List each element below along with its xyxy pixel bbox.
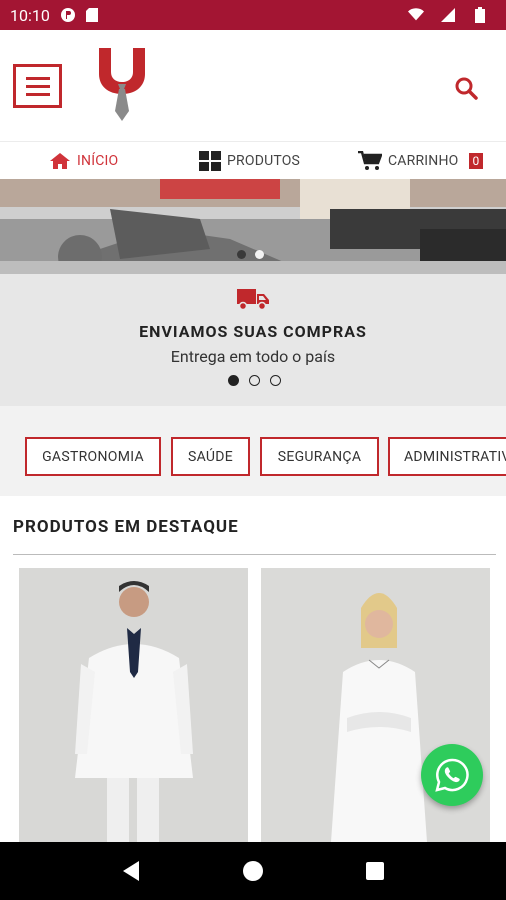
cart-icon <box>358 151 382 170</box>
featured-divider <box>13 554 496 555</box>
signal-icon <box>440 7 456 23</box>
category-list: GASTRONOMIA SAÚDE SEGURANÇA ADMINISTRATI… <box>0 406 506 496</box>
home-icon <box>50 153 70 169</box>
nav-bar: INÍCIO PRODUTOS CARRINHO 0 <box>0 141 506 179</box>
search-icon <box>455 77 478 100</box>
hero-dot[interactable] <box>237 250 246 259</box>
recents-icon[interactable] <box>365 861 385 881</box>
category-button[interactable]: GASTRONOMIA <box>25 437 161 476</box>
hero-banner[interactable] <box>0 179 506 274</box>
nav-cart-label: CARRINHO <box>388 153 459 169</box>
grid-icon <box>199 151 221 171</box>
system-nav-bar <box>0 842 506 900</box>
shipping-info: ENVIAMOS SUAS COMPRAS Entrega em todo o … <box>0 274 506 406</box>
product-image <box>19 568 248 842</box>
truck-icon <box>237 289 269 311</box>
back-icon[interactable] <box>121 860 141 882</box>
battery-icon <box>472 7 488 23</box>
status-time: 10:10 <box>10 5 50 25</box>
cart-count-badge: 0 <box>468 153 484 169</box>
status-bar: 10:10 <box>0 0 506 30</box>
menu-button[interactable] <box>13 64 62 108</box>
shipping-dot[interactable] <box>228 375 239 386</box>
shipping-dot[interactable] <box>249 375 260 386</box>
sdcard-icon <box>84 7 100 23</box>
product-card[interactable] <box>19 568 248 842</box>
category-button[interactable]: SEGURANÇA <box>260 437 379 476</box>
search-button[interactable] <box>454 76 478 100</box>
nav-home-label: INÍCIO <box>77 153 119 169</box>
category-button[interactable]: SAÚDE <box>171 437 250 476</box>
hamburger-menu-icon <box>25 76 50 80</box>
uniform-tie-logo[interactable] <box>98 48 146 122</box>
hero-pagination <box>237 250 264 259</box>
shipping-title: ENVIAMOS SUAS COMPRAS <box>139 322 367 341</box>
hero-image <box>0 179 506 274</box>
nav-cart[interactable]: CARRINHO 0 <box>358 142 484 180</box>
featured-title: PRODUTOS EM DESTAQUE <box>13 517 239 537</box>
wifi-icon <box>408 7 424 23</box>
shipping-dot[interactable] <box>270 375 281 386</box>
hero-dot[interactable] <box>255 250 264 259</box>
home-nav-icon[interactable] <box>242 860 264 882</box>
shipping-subtitle: Entrega em todo o país <box>170 347 336 366</box>
category-button[interactable]: ADMINISTRATIVO <box>388 437 506 476</box>
notification-icon <box>60 7 76 23</box>
nav-home[interactable]: INÍCIO <box>49 142 118 180</box>
nav-products-label: PRODUTOS <box>227 153 301 169</box>
whatsapp-button[interactable] <box>421 744 483 806</box>
shipping-pagination <box>228 375 281 386</box>
whatsapp-icon <box>435 758 469 792</box>
app-header <box>0 30 506 142</box>
nav-products[interactable]: PRODUTOS <box>199 142 300 180</box>
